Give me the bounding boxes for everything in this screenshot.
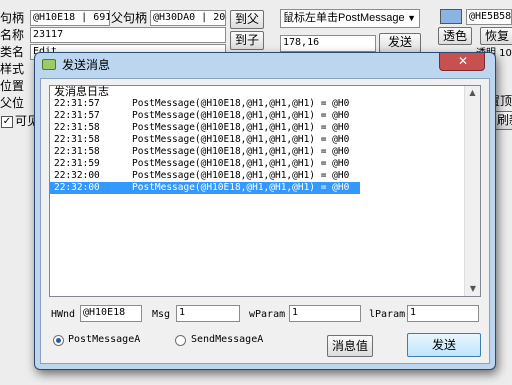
hwnd-label: HWnd: [51, 309, 76, 320]
log-time: 22:31:58: [54, 122, 100, 133]
name-field[interactable]: 23117: [30, 27, 226, 43]
visible-checkbox[interactable]: ✓: [1, 116, 13, 128]
radio-selected-dot: [56, 338, 61, 343]
log-time: 22:31:57: [54, 110, 100, 121]
log-time: 22:31:59: [54, 158, 100, 169]
log-text: PostMessage(@H10E18,@H1,@H1,@H1) = @H0: [132, 146, 350, 157]
log-row[interactable]: 22:32:00 PostMessage(@H10E18,@H1,@H1,@H1)…: [50, 170, 480, 182]
label-style: 样式: [0, 62, 25, 76]
send-message-radio[interactable]: [175, 335, 186, 346]
label-position: 位置: [0, 79, 25, 93]
to-child-button[interactable]: 到子: [230, 31, 264, 50]
close-button[interactable]: ✕: [439, 53, 485, 71]
log-text: PostMessage(@H10E18,@H1,@H1,@H1) = @H0: [132, 122, 350, 133]
log-row[interactable]: 22:32:00 PostMessage(@H10E18,@H1,@H1,@H1)…: [50, 182, 360, 194]
coords-field[interactable]: 178,16: [280, 35, 376, 52]
transparent-button[interactable]: 透色: [438, 27, 472, 45]
lparam-label: lParam: [369, 309, 406, 320]
log-time: 22:31:57: [54, 98, 100, 109]
label-class: 类名: [0, 45, 25, 59]
action-select[interactable]: 鼠标左单击PostMessage ▼: [280, 9, 420, 28]
log-row[interactable]: 22:31:59 PostMessage(@H10E18,@H1,@H1,@H1)…: [50, 158, 480, 170]
wparam-field[interactable]: 1: [289, 305, 361, 322]
scroll-up-icon[interactable]: ▲: [465, 86, 480, 100]
log-time: 22:32:00: [54, 170, 100, 181]
log-row[interactable]: 22:31:57 PostMessage(@H10E18,@H1,@H1,@H1)…: [50, 110, 480, 122]
label-parent-position: 父位: [0, 96, 25, 110]
log-text: PostMessage(@H10E18,@H1,@H1,@H1) = @H0: [132, 110, 350, 121]
log-time: 22:32:00: [54, 182, 100, 193]
message-log[interactable]: 发消息日志 22:31:57 PostMessage(@H10E18,@H1,@H…: [49, 85, 481, 297]
log-header: 发消息日志: [54, 86, 109, 98]
log-row[interactable]: 22:31:58 PostMessage(@H10E18,@H1,@H1,@H1)…: [50, 146, 480, 158]
hwnd-field[interactable]: @H10E18: [80, 305, 142, 322]
color-hex-field[interactable]: @HE5B586: [466, 9, 512, 25]
log-text: PostMessage(@H10E18,@H1,@H1,@H1) = @H0: [132, 170, 350, 181]
mail-icon: [42, 59, 56, 70]
close-icon: ✕: [458, 54, 469, 68]
log-text: PostMessage(@H10E18,@H1,@H1,@H1) = @H0: [132, 134, 350, 145]
log-scrollbar[interactable]: ▲ ▼: [464, 86, 480, 296]
send-message-label: SendMessageA: [191, 334, 264, 345]
parent-handle-field[interactable]: @H30DA0 | 20: [150, 10, 226, 26]
handle-field[interactable]: @H10E18 | 691: [30, 10, 110, 26]
msg-field[interactable]: 1: [176, 305, 240, 322]
msg-label: Msg: [152, 309, 171, 320]
log-row[interactable]: 22:31:58 PostMessage(@H10E18,@H1,@H1,@H1)…: [50, 122, 480, 134]
color-swatch[interactable]: [440, 9, 462, 24]
log-list: 22:31:57 PostMessage(@H10E18,@H1,@H1,@H1)…: [50, 98, 480, 194]
wparam-label: wParam: [249, 309, 286, 320]
dialog-title: 发送消息: [62, 58, 111, 72]
lparam-field[interactable]: 1: [407, 305, 479, 322]
send-message-dialog: 发送消息 ✕ 发消息日志 22:31:57 PostMessage(@H10E18…: [34, 52, 496, 370]
log-time: 22:31:58: [54, 146, 100, 157]
log-row[interactable]: 22:31:57 PostMessage(@H10E18,@H1,@H1,@H1)…: [50, 98, 480, 110]
log-text: PostMessage(@H10E18,@H1,@H1,@H1) = @H0: [132, 158, 350, 169]
to-parent-button[interactable]: 到父: [230, 10, 264, 29]
chevron-down-icon: ▼: [407, 13, 416, 23]
post-message-label: PostMessageA: [68, 334, 141, 345]
post-message-radio[interactable]: [53, 335, 64, 346]
log-row[interactable]: 22:31:58 PostMessage(@H10E18,@H1,@H1,@H1)…: [50, 134, 480, 146]
restore-button[interactable]: 恢复: [480, 27, 512, 45]
dialog-body: 发消息日志 22:31:57 PostMessage(@H10E18,@H1,@H…: [40, 78, 490, 364]
scroll-down-icon[interactable]: ▼: [465, 282, 481, 296]
log-text: PostMessage(@H10E18,@H1,@H1,@H1) = @H0: [132, 98, 350, 109]
message-value-button[interactable]: 消息值: [327, 335, 373, 357]
action-select-value: 鼠标左单击PostMessage: [283, 12, 405, 24]
bg-send-button[interactable]: 发送: [379, 33, 421, 53]
parent-handle-label: 父句柄: [111, 11, 148, 25]
send-button[interactable]: 发送: [407, 333, 481, 357]
label-name: 名称: [0, 28, 25, 42]
log-text: PostMessage(@H10E18,@H1,@H1,@H1) = @H0: [132, 182, 350, 193]
log-time: 22:31:58: [54, 134, 100, 145]
label-handle: 句柄: [0, 11, 25, 25]
